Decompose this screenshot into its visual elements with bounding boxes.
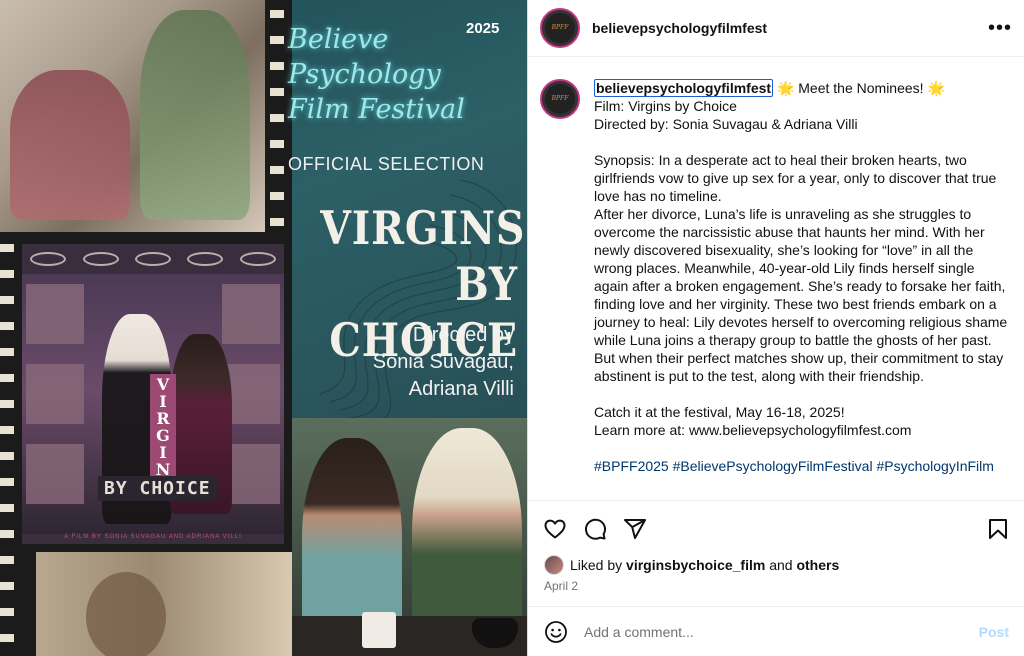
official-selection-label: OFFICIAL SELECTION <box>288 154 485 174</box>
post-actions <box>528 500 1024 556</box>
liker-avatar[interactable] <box>544 555 564 575</box>
directed-by-line: Adriana Villi <box>408 378 514 400</box>
figure-woman-red <box>10 70 130 220</box>
post-image[interactable]: VIRGINS BY CHOICE A FILM BY SONIA SUVAGA… <box>0 0 527 656</box>
comment-input[interactable] <box>584 623 979 640</box>
caption-username[interactable]: believepsychologyfilmfest <box>594 79 774 97</box>
figure-face <box>86 572 166 656</box>
header-username[interactable]: believepsychologyfilmfest <box>592 20 767 36</box>
inner-poster-credits: A FILM BY SONIA SUVAGAU AND ADRIANA VILL… <box>64 534 242 540</box>
directed-by-line: Sonia Suvagau, <box>372 351 514 373</box>
laurel-icon <box>187 252 224 266</box>
emoji-icon[interactable] <box>544 620 568 644</box>
caption-body: 🌟 Meet the Nominees! 🌟 Film: Virgins by … <box>594 80 1008 438</box>
avatar-logo: BPFF <box>545 84 575 114</box>
poster-photo-two-women <box>292 418 527 656</box>
candle <box>362 612 396 648</box>
post-comment-button[interactable]: Post <box>979 624 1009 640</box>
more-horizontal-icon[interactable]: ••• <box>988 18 1012 38</box>
avatar-logo: BPFF <box>545 13 575 43</box>
inner-poster-subtitle: BY CHOICE <box>98 476 217 501</box>
heart-icon[interactable] <box>542 516 568 542</box>
inner-movie-poster: VIRGINS BY CHOICE A FILM BY SONIA SUVAGA… <box>22 244 284 544</box>
caption-text: believepsychologyfilmfest 🌟 Meet the Nom… <box>594 79 1008 500</box>
bookmark-icon[interactable] <box>985 516 1011 542</box>
laurel-icon <box>134 252 171 266</box>
likes-summary: Liked by virginsbychoice_film and others <box>544 555 839 575</box>
collage-panel <box>26 284 84 344</box>
likes-and: and <box>769 557 793 573</box>
caption-hashtags[interactable]: #BPFF2025 #BelievePsychologyFilmFestival… <box>594 458 994 474</box>
avatar[interactable]: BPFF <box>540 8 580 48</box>
filmstrip-collage: VIRGINS BY CHOICE A FILM BY SONIA SUVAGA… <box>0 0 292 656</box>
post-header: BPFF believepsychologyfilmfest ••• <box>528 0 1024 57</box>
likes-prefix: Liked by <box>570 557 623 573</box>
post-sidebar: BPFF believepsychologyfilmfest ••• BPFF … <box>527 0 1024 656</box>
likes-others-link[interactable]: others <box>796 557 839 573</box>
directed-by: Directed by Sonia Suvagau, Adriana Villi <box>300 322 514 403</box>
liker-username[interactable]: virginsbychoice_film <box>626 557 765 573</box>
film-frame-scene-couch <box>0 0 265 232</box>
film-frame-scene-closeup <box>36 552 292 656</box>
laurel-icon <box>82 252 119 266</box>
movie-title-line: VIRGINS <box>320 201 526 255</box>
comment-icon[interactable] <box>582 516 608 542</box>
festival-title: Believe Psychology Film Festival <box>288 24 465 125</box>
share-icon[interactable] <box>622 516 648 542</box>
post-caption: BPFF believepsychologyfilmfest 🌟 Meet th… <box>528 57 1024 500</box>
figure-woman-green <box>140 10 250 220</box>
laurel-icon <box>30 252 67 266</box>
laurel-icon <box>239 252 276 266</box>
directed-by-line: Directed by <box>412 324 514 346</box>
avatar[interactable]: BPFF <box>540 79 580 119</box>
festival-year: 2025 <box>466 20 500 37</box>
collage-panel <box>26 364 84 424</box>
comment-bar: Post <box>528 606 1024 656</box>
award-laurels <box>22 252 284 266</box>
collage-panel <box>222 284 280 344</box>
post-date[interactable]: April 2 <box>544 579 578 593</box>
collage-panel <box>26 444 84 504</box>
